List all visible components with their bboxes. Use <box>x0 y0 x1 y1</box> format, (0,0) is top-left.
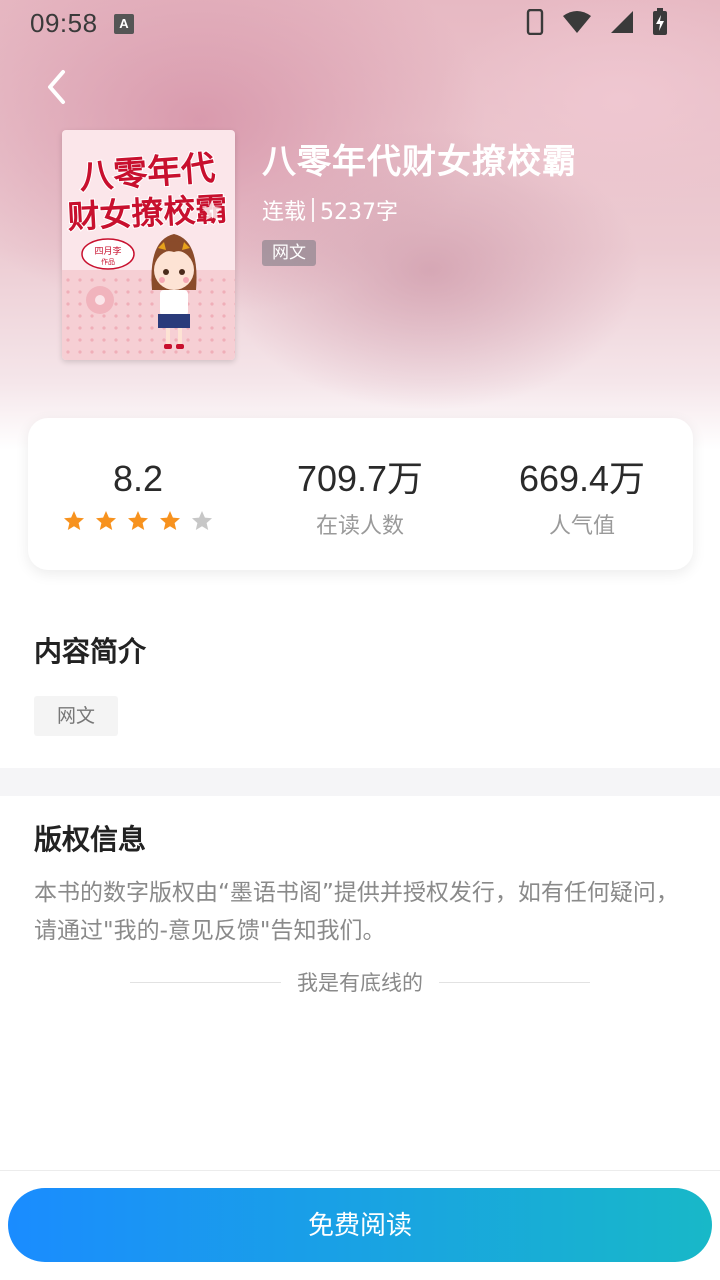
popularity-stat: 669.4万 人气值 <box>482 458 682 540</box>
star-filled-icon <box>127 510 149 532</box>
rating-stat: 8.2 <box>38 458 238 532</box>
book-word-count: 5237字 <box>320 200 399 225</box>
star-filled-icon <box>95 510 117 532</box>
end-line-right <box>439 981 590 983</box>
status-bar: 09:58 A <box>0 0 720 48</box>
end-of-content-text: 我是有底线的 <box>297 971 423 995</box>
meta-separator <box>312 198 315 222</box>
phone-icon <box>526 8 544 39</box>
end-of-content: 我是有底线的 <box>130 966 590 998</box>
chevron-left-icon <box>44 67 68 111</box>
star-empty-icon <box>191 510 213 532</box>
intro-tag-chip[interactable]: 网文 <box>34 696 118 736</box>
signal-icon <box>610 10 634 38</box>
rating-stars <box>38 510 238 532</box>
readers-stat: 709.7万 在读人数 <box>260 458 460 540</box>
readers-value: 709.7万 <box>296 458 424 499</box>
star-filled-icon <box>63 510 85 532</box>
book-tag: 网文 <box>262 240 316 266</box>
readers-label: 在读人数 <box>315 514 404 539</box>
popularity-label: 人气值 <box>548 514 615 539</box>
copyright-title: 版权信息 <box>34 823 147 856</box>
battery-charging-icon <box>652 8 668 40</box>
cover-author-line2: 作品 <box>101 257 115 266</box>
copyright-text: 本书的数字版权由“墨语书阁”提供并授权发行，如有任何疑问，请通过"我的-意见反馈… <box>34 880 679 944</box>
book-title: 八零年代财女撩校霸 <box>262 142 577 182</box>
back-button[interactable] <box>36 66 76 112</box>
stats-card: 8.2 709.7万 在读人数 669.4万 人气值 <box>28 418 693 570</box>
cover-author-line1: 四月李 <box>94 245 121 257</box>
status-icons <box>526 8 668 40</box>
free-read-button[interactable]: 免费阅读 <box>8 1188 712 1262</box>
rating-value: 8.2 <box>112 458 164 499</box>
notification-icon: A <box>114 14 134 34</box>
end-line-left <box>130 981 281 983</box>
intro-title: 内容简介 <box>34 635 147 668</box>
wifi-icon <box>562 10 592 38</box>
book-cover[interactable]: 八零年代 财女撩校霸 四月李 作品 <box>62 130 235 360</box>
popularity-value: 669.4万 <box>518 458 646 499</box>
book-meta: 连载 5237字 <box>262 194 398 226</box>
book-status: 连载 <box>262 200 307 225</box>
star-filled-icon <box>159 510 181 532</box>
section-divider <box>0 768 720 796</box>
status-time: 09:58 <box>30 8 98 38</box>
